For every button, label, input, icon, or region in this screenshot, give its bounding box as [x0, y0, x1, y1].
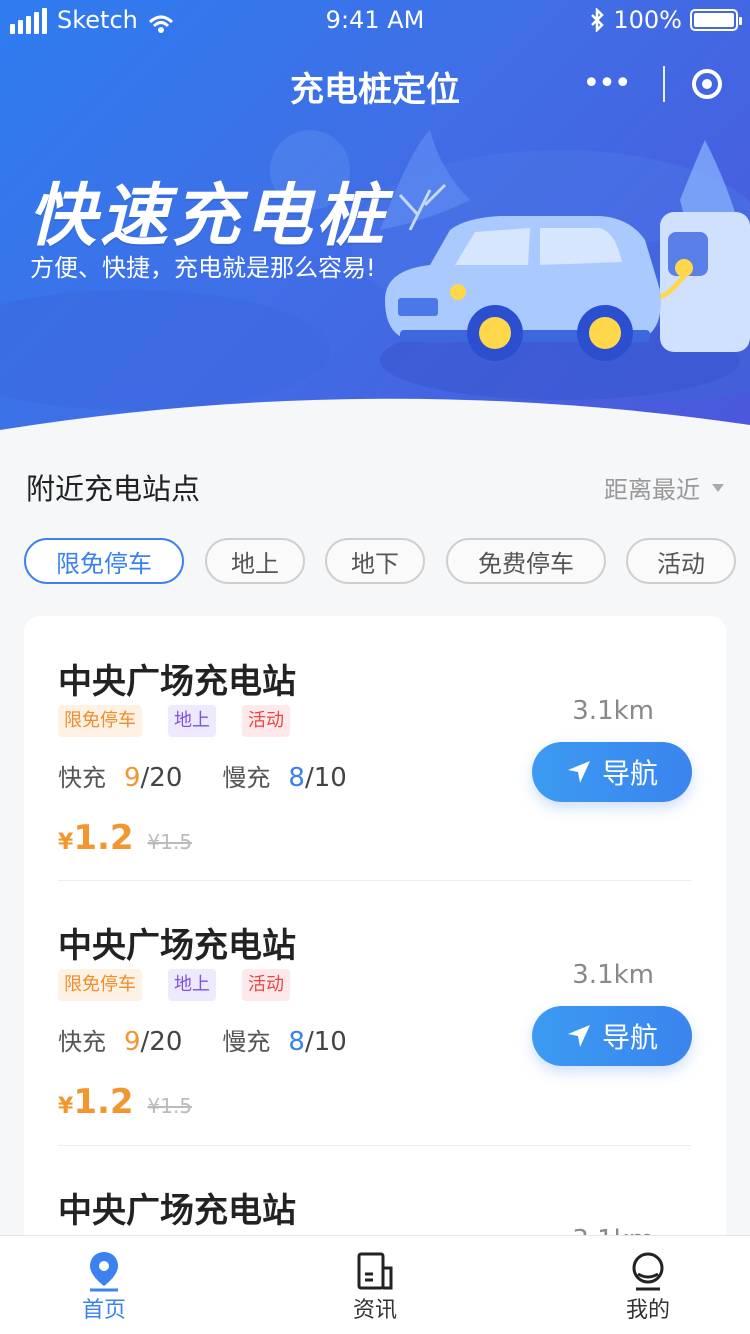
- station-item[interactable]: 中央广场充电站 限免停车 地上 活动 快充 9 /20 慢充 8 /10 ¥1.…: [58, 654, 692, 858]
- caret-down-icon: [712, 483, 724, 492]
- tag-activity: 活动: [242, 705, 290, 737]
- fast-charge-label: 快充: [58, 1028, 106, 1056]
- hero-wave: [0, 398, 750, 430]
- distance: 3.1km: [572, 960, 654, 990]
- navigate-button[interactable]: 导航: [532, 1006, 692, 1066]
- tab-news[interactable]: 资讯: [315, 1248, 435, 1324]
- currency-symbol: ¥: [58, 830, 74, 855]
- navigation-arrow-icon: [567, 761, 590, 783]
- filter-chips: 限免停车 地上 地下 免费停车 活动: [24, 538, 750, 588]
- tag-ground: 地上: [168, 705, 216, 737]
- distance: 3.1km: [572, 696, 654, 726]
- slow-total: /10: [304, 763, 347, 793]
- station-name: 中央广场充电站: [58, 926, 296, 966]
- navigate-label: 导航: [601, 1021, 658, 1054]
- fast-total: /20: [140, 1027, 183, 1057]
- fast-available: 9: [124, 1027, 141, 1057]
- price: ¥1.2 ¥1.5: [58, 1082, 192, 1122]
- section-title: 附近充电站点: [26, 472, 201, 506]
- tab-label: 首页: [81, 1298, 126, 1323]
- navigate-button[interactable]: 导航: [532, 742, 692, 802]
- station-item[interactable]: 中央广场充电站 限免停车 地上 活动 快充 9 /20 慢充 8 /10 ¥1.…: [58, 918, 692, 1122]
- filter-chip[interactable]: 活动: [626, 538, 736, 584]
- currency-symbol: ¥: [58, 1094, 74, 1119]
- filter-chip[interactable]: 免费停车: [446, 538, 606, 584]
- status-bar: Sketch 9:41 AM 100%: [0, 0, 750, 40]
- fast-available: 9: [124, 763, 141, 793]
- hero-banner: Sketch 9:41 AM 100% 充电桩定位 ••• 快速充电桩 方便、快…: [0, 0, 750, 430]
- section-header: 附近充电站点 距离最近: [26, 466, 724, 506]
- station-name: 中央广场充电站: [58, 1191, 296, 1231]
- mini-program-capsule: •••: [576, 62, 726, 106]
- fast-total: /20: [140, 763, 183, 793]
- charger-availability: 快充 9 /20 慢充 8 /10: [58, 1022, 347, 1057]
- filter-chip[interactable]: 地上: [205, 538, 305, 584]
- fast-charge-label: 快充: [58, 764, 106, 792]
- location-pin-icon: [90, 1252, 118, 1292]
- slow-total: /10: [304, 1027, 347, 1057]
- news-icon: [357, 1252, 393, 1290]
- filter-chip[interactable]: 限免停车: [24, 538, 184, 584]
- tab-label: 我的: [625, 1298, 670, 1323]
- tag-free-parking: 限免停车: [58, 705, 142, 737]
- hero-title: 快速充电桩: [28, 177, 389, 256]
- capsule-divider: [663, 66, 665, 102]
- user-icon: [632, 1252, 664, 1291]
- filter-chip[interactable]: 地下: [325, 538, 425, 584]
- divider: [58, 880, 692, 881]
- tab-home[interactable]: 首页: [44, 1248, 164, 1324]
- navigate-label: 导航: [601, 757, 658, 790]
- battery-percent: 100%: [613, 6, 682, 34]
- hero-subtitle: 方便、快捷，充电就是那么容易!: [30, 254, 376, 282]
- slow-charge-label: 慢充: [222, 1028, 271, 1056]
- tag-free-parking: 限免停车: [58, 969, 142, 1001]
- price: ¥1.2 ¥1.5: [58, 818, 192, 858]
- tag-activity: 活动: [242, 969, 290, 1001]
- tag-ground: 地上: [168, 969, 216, 1001]
- original-price: ¥1.5: [147, 830, 193, 854]
- tab-label: 资讯: [352, 1298, 397, 1323]
- slow-available: 8: [288, 763, 305, 793]
- station-list: 中央广场充电站 限免停车 地上 活动 快充 9 /20 慢充 8 /10 ¥1.…: [24, 616, 726, 1256]
- sort-dropdown[interactable]: 距离最近: [604, 470, 724, 505]
- current-price: 1.2: [73, 818, 134, 858]
- tab-profile[interactable]: 我的: [588, 1248, 708, 1324]
- battery-icon: [690, 9, 742, 31]
- original-price: ¥1.5: [147, 1094, 193, 1118]
- charger-availability: 快充 9 /20 慢充 8 /10: [58, 758, 347, 793]
- station-name: 中央广场充电站: [58, 662, 296, 702]
- more-dots-icon[interactable]: •••: [576, 62, 636, 106]
- target-icon[interactable]: [692, 69, 722, 99]
- slow-available: 8: [288, 1027, 305, 1057]
- current-price: 1.2: [73, 1082, 134, 1122]
- divider: [58, 1145, 692, 1146]
- tab-bar: 首页 资讯 我的: [0, 1235, 750, 1334]
- sort-label: 距离最近: [604, 476, 700, 504]
- navigation-arrow-icon: [567, 1025, 590, 1047]
- bluetooth-icon: [591, 8, 605, 32]
- slow-charge-label: 慢充: [222, 764, 271, 792]
